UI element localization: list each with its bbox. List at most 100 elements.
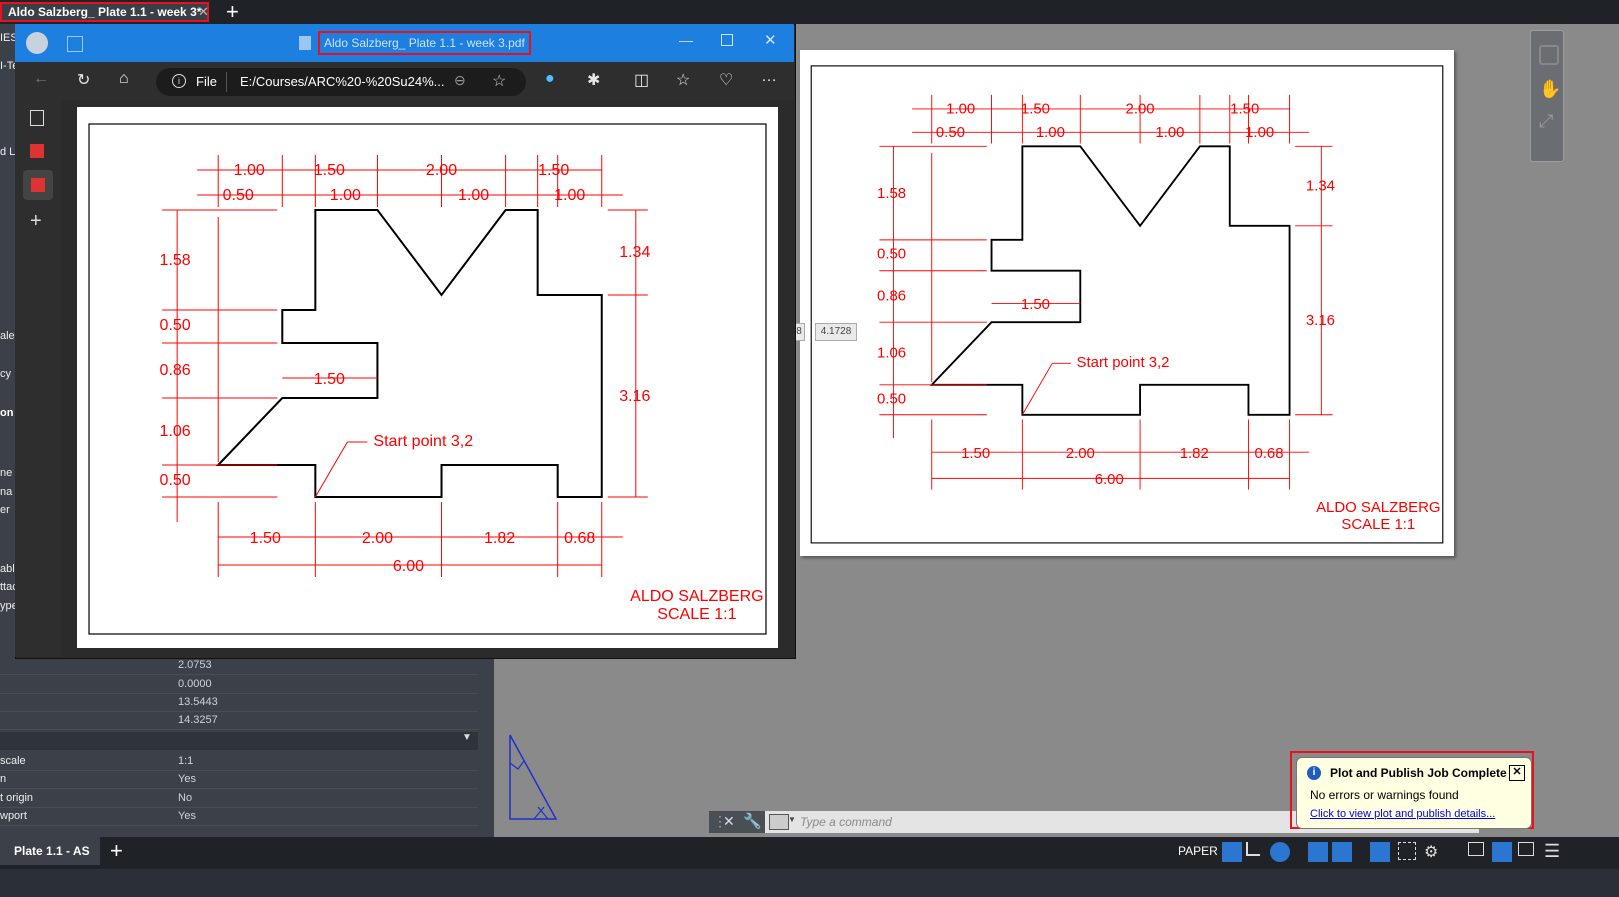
new-layout-icon[interactable]: +	[110, 837, 123, 865]
close-window-icon[interactable]: ✕	[764, 31, 777, 49]
close-tab-icon[interactable]: ✕	[198, 4, 209, 20]
workspaces-icon[interactable]	[67, 36, 83, 52]
customize-wrench-icon[interactable]: 🔧	[743, 812, 762, 830]
property-row[interactable]: 13.5443	[0, 693, 478, 712]
dimension-text: 2.00	[426, 162, 457, 179]
dimension-text: 0.86	[160, 362, 191, 379]
dimension-text: 1.82	[484, 530, 515, 547]
menu-icon[interactable]: ☰	[1544, 842, 1564, 862]
collapse-icon[interactable]: ▼	[462, 732, 472, 743]
navigation-bar[interactable]: ✋ ⤢	[1530, 30, 1564, 162]
zoom-icon[interactable]: ⤢	[1539, 111, 1553, 132]
address-bar[interactable]: i File E:/Courses/ARC%20-%20Su24%... ⊖ ☆	[156, 68, 526, 96]
notification-title: Plot and Publish Job Complete	[1330, 766, 1507, 780]
extensions-puzzle-icon[interactable]: ✱	[587, 70, 600, 90]
active-pdf-tab[interactable]	[23, 170, 53, 200]
maximize-icon[interactable]	[721, 34, 733, 46]
object-tracking-icon[interactable]	[1332, 842, 1352, 862]
plot-publish-notification[interactable]: i Plot and Publish Job Complete ✕ No err…	[1296, 757, 1532, 829]
pdf-page: 1.00 1.50 2.00 1.50 0.50 1.00 1.00 1.00 1.58 0.50…	[77, 107, 778, 648]
dimension-text: 6.00	[1095, 471, 1124, 488]
lineweight-icon[interactable]	[1370, 842, 1390, 862]
extension-icon[interactable]: ●	[545, 70, 555, 88]
chevron-down-icon[interactable]: ▼	[788, 815, 796, 824]
command-prompt-icon[interactable]	[769, 814, 789, 830]
dimension-text: 0.50	[160, 472, 191, 489]
dimension-text: 1.50	[538, 162, 569, 179]
dimension-text: 1.34	[1306, 177, 1335, 194]
dimension-text: 1.50	[1021, 101, 1050, 118]
back-icon[interactable]: ←	[33, 70, 49, 88]
divider	[226, 72, 227, 92]
layout-tab[interactable]: Plate 1.1 - AS	[0, 837, 100, 865]
paper-sheet: 1.00 1.50 2.00 1.50 0.50 1.00 1.00 1.00 1.58 0.50…	[800, 50, 1454, 556]
new-tab-icon[interactable]: +	[30, 210, 42, 233]
favorite-star-icon[interactable]: ☆	[492, 71, 506, 91]
browser-essentials-icon[interactable]: ♡	[719, 70, 733, 90]
dimension-text: 1.34	[619, 244, 650, 261]
property-row[interactable]: t origin No	[0, 789, 478, 808]
pan-icon[interactable]: ✋	[1539, 79, 1561, 100]
ortho-icon[interactable]	[1246, 842, 1260, 856]
pdf-tab-icon[interactable]	[30, 144, 44, 158]
property-label: n	[0, 773, 7, 785]
dimension-text: 1.50	[314, 162, 345, 179]
plot-details-link[interactable]: Click to view plot and publish details..…	[1310, 808, 1495, 820]
plot-status-icon[interactable]	[1468, 842, 1484, 856]
tab-actions-icon[interactable]	[30, 110, 44, 126]
prop-frag: on	[0, 407, 14, 419]
dimension-text: 3.16	[619, 388, 650, 405]
selection-cycling-icon[interactable]	[1398, 842, 1416, 860]
dimension-text: 1.50	[250, 530, 281, 547]
dimension-text: 0.50	[160, 317, 191, 334]
annotation-monitor-icon[interactable]	[1492, 842, 1512, 862]
document-tab[interactable]: Aldo Salzberg_ Plate 1.1 - week 3*	[0, 2, 210, 22]
new-tab-icon[interactable]: +	[226, 0, 239, 24]
pdf-window-title: Aldo Salzberg_ Plate 1.1 - week 3.pdf	[318, 31, 531, 55]
refresh-icon[interactable]: ↻	[77, 70, 90, 90]
clean-screen-icon[interactable]	[1518, 842, 1534, 856]
home-icon[interactable]: ⌂	[119, 70, 129, 88]
info-icon[interactable]: i	[172, 74, 186, 88]
section-header[interactable]: ▼	[0, 732, 478, 750]
dimension-text: 1.00	[458, 187, 489, 204]
gear-icon[interactable]: ⚙	[1424, 842, 1444, 862]
dimension-text: 2.00	[1066, 445, 1095, 462]
file-label: File	[196, 74, 217, 89]
prop-frag: ale	[0, 330, 15, 342]
browser-sidebar: +	[15, 100, 61, 657]
split-screen-icon[interactable]: ◫	[634, 70, 649, 90]
command-line-handle[interactable]: ⋮ ✕ 🔧	[709, 811, 765, 833]
leader-line	[314, 441, 348, 498]
osnap-icon[interactable]	[1308, 842, 1328, 862]
polar-icon[interactable]	[1270, 842, 1290, 862]
property-row[interactable]: 0.0000	[0, 675, 478, 694]
close-icon[interactable]: ✕	[1509, 765, 1525, 781]
paper-space-toggle[interactable]: PAPER	[1178, 840, 1218, 862]
profile-avatar[interactable]	[26, 32, 48, 54]
info-icon: i	[1307, 766, 1321, 780]
dynamic-input-value[interactable]: 4.1728	[815, 323, 857, 341]
url-text[interactable]: E:/Courses/ARC%20-%20Su24%...	[240, 74, 444, 89]
property-value: No	[178, 792, 193, 804]
drawing-layout-view: 1.00 1.50 2.00 1.50 0.50 1.00 1.00 1.00 1.58 0.50…	[810, 65, 1444, 544]
command-input[interactable]: Type a command	[800, 813, 892, 831]
dimension-text: 1.00	[1245, 124, 1274, 141]
property-row[interactable]: wport Yes	[0, 807, 478, 826]
dimension-text: 0.50	[223, 187, 254, 204]
dimension-text: 1.50	[1230, 101, 1259, 118]
dimension-text: 1.82	[1180, 445, 1209, 462]
zoom-out-icon[interactable]: ⊖	[454, 72, 466, 89]
favorites-icon[interactable]: ☆	[676, 70, 690, 90]
property-row[interactable]: n Yes	[0, 770, 478, 789]
full-navigation-wheel-icon[interactable]	[1539, 45, 1559, 65]
more-icon[interactable]: …	[761, 68, 777, 86]
dimension-text: 1.00	[946, 101, 975, 118]
grid-icon[interactable]	[1222, 842, 1242, 862]
property-row[interactable]: 14.3257	[0, 711, 478, 730]
minimize-icon[interactable]: —	[679, 32, 693, 48]
close-icon[interactable]: ✕	[723, 813, 735, 830]
property-row[interactable]: scale 1:1	[0, 752, 478, 771]
dimension-text: 2.00	[362, 530, 393, 547]
dimension-text: 0.68	[1254, 445, 1283, 462]
